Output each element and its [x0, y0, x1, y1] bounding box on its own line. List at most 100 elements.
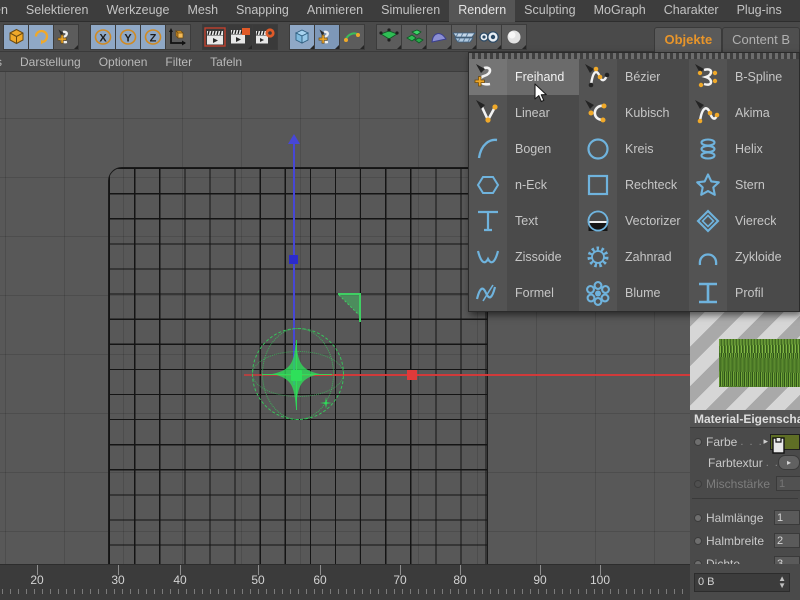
bend-deformer-icon[interactable] — [426, 24, 452, 50]
ngon-spline-icon — [469, 167, 507, 203]
array-object-icon[interactable] — [376, 24, 402, 50]
viewport-menu-darstellung[interactable]: Darstellung — [11, 53, 90, 71]
menu-item-mograph[interactable]: MoGraph — [585, 0, 655, 22]
submenu-corner — [360, 45, 364, 49]
tab-content-b[interactable]: Content B — [722, 27, 800, 52]
chevron-right-icon[interactable]: ▸ — [763, 436, 768, 447]
menu-item-kreis[interactable]: Kreis — [579, 131, 689, 167]
menu-item-zahnrad[interactable]: Zahnrad — [579, 239, 689, 275]
viewport-menu-tafeln[interactable]: Tafeln — [201, 53, 251, 71]
enable-toggle-icon[interactable] — [694, 438, 702, 446]
viewport-menu-optionen[interactable]: Optionen — [90, 53, 157, 71]
viewport-menu-s[interactable]: s — [0, 53, 11, 71]
menu-item-sculpting[interactable]: Sculpting — [515, 0, 584, 22]
scale-corner-gizmo[interactable] — [338, 292, 368, 327]
axis-z-icon[interactable]: Z — [140, 24, 166, 50]
menu-item-text[interactable]: Text — [469, 203, 579, 239]
enable-toggle-icon[interactable] — [694, 514, 702, 522]
menu-item-helix[interactable]: Helix — [689, 131, 799, 167]
menu-item-rechteck[interactable]: Rechteck — [579, 167, 689, 203]
light-gizmo-center-handle[interactable] — [291, 370, 302, 381]
menu-column-2: BézierKubischKreis Rechteck VectorizerZahn… — [579, 59, 689, 311]
enable-toggle-icon[interactable] — [694, 480, 702, 488]
menu-item-formel[interactable]: Formel — [469, 275, 579, 311]
menu-item-plug-ins[interactable]: Plug-ins — [728, 0, 791, 22]
menu-item-snapping[interactable]: Snapping — [227, 0, 298, 22]
spline-pen-icon[interactable] — [314, 24, 340, 50]
undo-redo-icon[interactable] — [28, 24, 54, 50]
menu-item-werkzeuge[interactable]: Werkzeuge — [97, 0, 178, 22]
menu-item-stern[interactable]: Stern — [689, 167, 799, 203]
ruler-minor-tick — [490, 589, 491, 594]
render-settings-icon[interactable] — [252, 24, 278, 50]
axis-y-handle[interactable] — [289, 255, 298, 264]
render-view-icon[interactable] — [202, 24, 228, 50]
menu-item-vectorizer[interactable]: Vectorizer — [579, 203, 689, 239]
cubic-spline-icon — [579, 95, 617, 131]
ruler-minor-tick — [130, 589, 131, 594]
cube-primitive-icon[interactable] — [289, 24, 315, 50]
texture-dropdown-button[interactable]: ▸ — [778, 455, 800, 470]
render-region-icon[interactable] — [227, 24, 253, 50]
menu-item-rendern[interactable]: Rendern — [449, 0, 515, 22]
viewport-menu-filter[interactable]: Filter — [156, 53, 201, 71]
menu-item-zissoide[interactable]: Zissoide — [469, 239, 579, 275]
menu-item-simulieren[interactable]: Simulieren — [372, 0, 449, 22]
axis-x-handle[interactable] — [407, 370, 417, 380]
property-row-halmbreite[interactable]: Halmbreite 2 — [690, 530, 800, 551]
axis-y-icon[interactable]: Y — [115, 24, 141, 50]
nurbs-generator-icon[interactable] — [339, 24, 365, 50]
spline-tools-dropdown[interactable]: FreihandLinearBogenn-EckText Zissoide Form… — [468, 52, 800, 312]
menu-item-b-zier[interactable]: Bézier — [579, 59, 689, 95]
tab-objekte[interactable]: Objekte — [654, 27, 722, 52]
menu-item-bogen[interactable]: Bogen — [469, 131, 579, 167]
ruler-minor-tick — [10, 589, 11, 594]
menu-item-linear[interactable]: Linear — [469, 95, 579, 131]
menu-item-charakter[interactable]: Charakter — [655, 0, 728, 22]
menu-item-viereck[interactable]: Viereck — [689, 203, 799, 239]
value-field[interactable]: 1 — [774, 510, 800, 525]
menu-item-akima[interactable]: Akima — [689, 95, 799, 131]
ruler-minor-tick — [434, 589, 435, 594]
ruler-minor-tick — [290, 589, 291, 594]
mograph-cloner-icon[interactable] — [401, 24, 427, 50]
axis-x-icon[interactable]: X — [90, 24, 116, 50]
menu-item-zykloide[interactable]: Zykloide — [689, 239, 799, 275]
menu-item-n-eck[interactable]: n-Eck — [469, 167, 579, 203]
menu-item-profil[interactable]: Profil — [689, 275, 799, 311]
floor-environment-icon[interactable] — [451, 24, 477, 50]
memory-usage-field[interactable]: 0 B ▲▼ — [694, 573, 790, 592]
menu-item-b-spline[interactable]: B-Spline — [689, 59, 799, 95]
enable-toggle-icon[interactable] — [694, 537, 702, 545]
menu-item-label: Stern — [727, 178, 765, 192]
main-toolbar: X Y Z — [0, 22, 800, 52]
menu-item-selektieren[interactable]: Selektieren — [17, 0, 98, 22]
svg-text:X: X — [99, 32, 107, 44]
value-field[interactable]: 2 — [774, 533, 800, 548]
spinner-arrows-icon[interactable]: ▲▼ — [778, 575, 786, 589]
material-preview[interactable] — [690, 306, 800, 410]
menu-item-mesh[interactable]: Mesh — [178, 0, 227, 22]
timeline-ruler[interactable]: 2030405060708090100 — [0, 564, 690, 600]
light-icon[interactable] — [501, 24, 527, 50]
light-gizmo-sub-handle[interactable] — [320, 397, 332, 409]
property-row-halmlaenge[interactable]: Halmlänge 1 — [690, 507, 800, 528]
circle-spline-icon — [579, 131, 617, 167]
ruler-minor-tick — [642, 589, 643, 594]
menu-item-kubisch[interactable]: Kubisch — [579, 95, 689, 131]
ruler-minor-tick — [154, 589, 155, 594]
menu-item-en[interactable]: en — [0, 0, 17, 22]
menu-item-label: Rechteck — [617, 178, 677, 192]
menu-item-blume[interactable]: Blume — [579, 275, 689, 311]
menu-item-freihand[interactable]: Freihand — [469, 59, 579, 95]
spline-pen-icon[interactable] — [53, 24, 79, 50]
world-coordinates-icon[interactable] — [165, 24, 191, 50]
menu-item-skript[interactable]: Skript — [791, 0, 800, 22]
value-field[interactable]: 1 — [776, 476, 800, 491]
menu-item-animieren[interactable]: Animieren — [298, 0, 372, 22]
property-row-farbtextur[interactable]: Farbtextur . . ▸ — [690, 452, 800, 473]
menu-item-label: Zissoide — [507, 250, 562, 264]
camera-icon[interactable] — [476, 24, 502, 50]
model-mode-icon[interactable] — [3, 24, 29, 50]
ruler-minor-tick — [266, 589, 267, 594]
